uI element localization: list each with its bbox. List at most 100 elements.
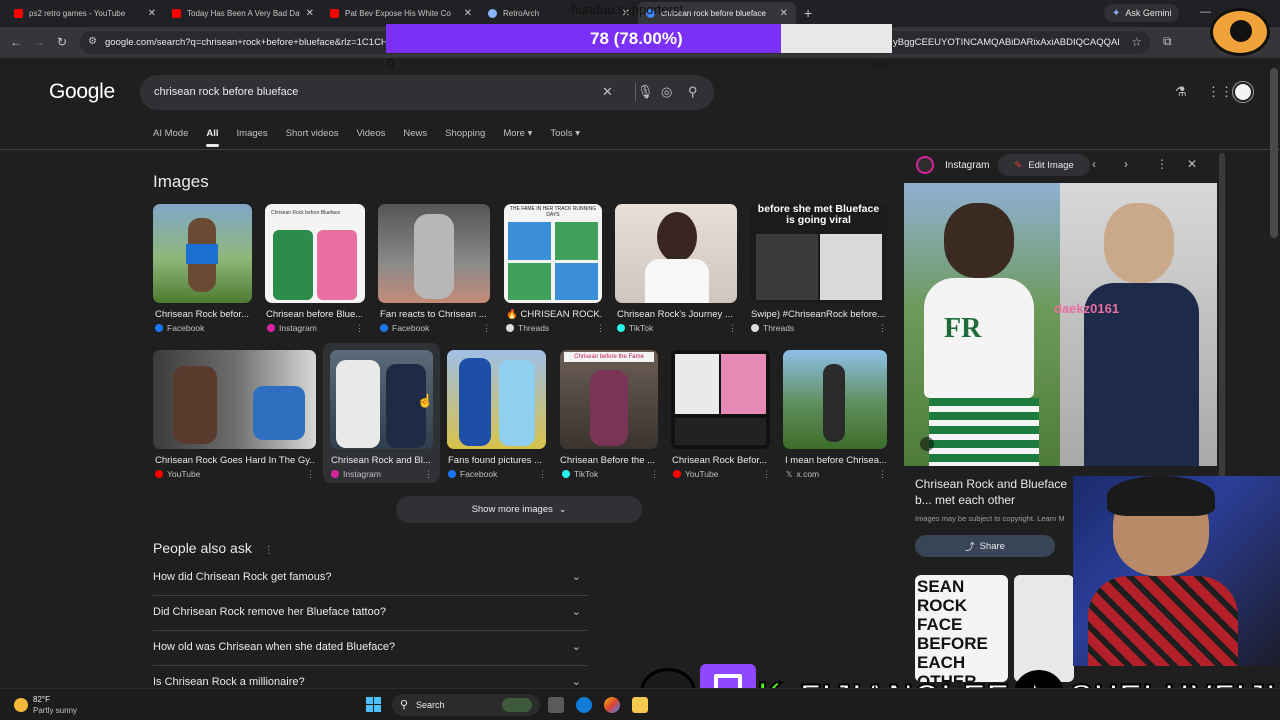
image-result-title[interactable]: Chrisean Rock and Bl... (331, 455, 433, 466)
image-result-thumb[interactable] (671, 350, 770, 449)
tab-youtube-ps2[interactable]: ps2 retro games - YouTube ✕ (6, 2, 164, 25)
image-result-title[interactable]: 🔥 CHRISEAN ROCK... (506, 309, 602, 320)
bookmark-star-icon[interactable]: ☆ (1131, 35, 1142, 49)
more-options-icon[interactable]: ⋮ (762, 469, 771, 480)
more-options-icon[interactable]: ⋮ (306, 469, 315, 480)
close-icon[interactable]: ✕ (148, 8, 156, 19)
more-options-icon[interactable]: ⋮ (650, 469, 659, 480)
preview-source[interactable]: Instagram (945, 160, 989, 171)
image-result-title[interactable]: Chrisean Rock Befor... (672, 455, 772, 466)
image-result-thumb[interactable] (378, 204, 490, 303)
preview-image[interactable]: FR daekz0161 (904, 183, 1217, 466)
more-options-icon[interactable]: ⋮ (355, 323, 364, 334)
image-result-title[interactable]: Chrisean before Blue... (266, 309, 362, 320)
image-result-title[interactable]: Swipe) #ChriseanRock before... (751, 309, 887, 320)
new-tab-button[interactable]: + (804, 5, 812, 21)
app-icon[interactable] (604, 697, 620, 713)
image-result-thumb[interactable]: Chrisean before the Fame (560, 350, 658, 449)
taskbar-search[interactable]: ⚲ Search (392, 694, 540, 716)
extensions-icon[interactable]: ⧉ (1163, 34, 1172, 49)
weather-condition[interactable]: Partly sunny (33, 706, 77, 715)
paa-question[interactable]: Did Chrisean Rock remove her Blueface ta… (153, 596, 588, 631)
close-icon[interactable]: ✕ (464, 8, 472, 19)
site-info-icon[interactable]: ⚙ (88, 36, 97, 47)
image-result-title[interactable]: Chrisean Rock Goes Hard In The Gy... (155, 455, 315, 466)
google-logo[interactable]: Google (49, 80, 115, 104)
source-name: Facebook (392, 323, 430, 333)
filter-all[interactable]: All (206, 128, 219, 148)
close-icon[interactable]: ✕ (780, 8, 788, 19)
reload-icon[interactable]: ↻ (57, 35, 67, 49)
edge-browser-icon[interactable] (576, 697, 592, 713)
image-result-thumb[interactable] (447, 350, 546, 449)
labs-flask-icon[interactable]: ⚗ (1175, 84, 1187, 100)
paa-question[interactable]: How did Chrisean Rock get famous? ⌄ (153, 561, 588, 596)
more-options-icon[interactable]: ⋮ (482, 323, 491, 334)
edit-image-button[interactable]: ✎ Edit Image (998, 154, 1090, 176)
image-result-title[interactable]: Fan reacts to Chrisean ... (380, 309, 490, 320)
share-button[interactable]: ⤴ Share (915, 535, 1055, 557)
image-result-thumb[interactable] (783, 350, 887, 449)
more-options-icon[interactable]: ⋮ (538, 469, 547, 480)
more-options-icon[interactable]: ⋮ (424, 469, 433, 480)
image-result-thumb[interactable]: THE FAME IN HER TRACK RUNNING DAYS (504, 204, 602, 303)
close-icon[interactable]: ✕ (1187, 157, 1197, 171)
apps-grid-icon[interactable]: ⋮⋮ (1207, 84, 1233, 100)
more-options-icon[interactable]: ⋮ (596, 323, 605, 334)
file-explorer-icon[interactable] (632, 697, 648, 713)
avatar[interactable] (1233, 82, 1253, 102)
collage-tile (675, 418, 766, 445)
search-box[interactable]: chrisean rock before blueface ✕ 🎙 ◎ ⚲ (140, 75, 714, 110)
more-options-icon[interactable]: ⋮ (878, 469, 887, 480)
tab-youtube-bad-day[interactable]: Today Has Been A Very Bad Day ✕ (164, 2, 322, 25)
show-more-images-button[interactable]: Show more images ⌄ (396, 496, 642, 523)
back-icon[interactable]: ← (10, 35, 22, 49)
image-result-title[interactable]: Chrisean Rock befor... (155, 309, 253, 320)
microphone-icon[interactable]: 🎙 (637, 84, 654, 100)
sun-cloud-icon[interactable] (14, 698, 28, 712)
chevron-down-icon: ⌄ (571, 571, 581, 583)
image-result-thumb[interactable]: Chrisean Rock before Blueface (265, 204, 365, 303)
filter-news[interactable]: News (403, 128, 427, 148)
search-query[interactable]: chrisean rock before blueface (154, 86, 298, 98)
image-result-thumb[interactable] (153, 204, 252, 303)
image-result-title[interactable]: I mean before Chrisea... (785, 455, 887, 466)
task-view-icon[interactable] (548, 697, 564, 713)
person-figure (253, 386, 305, 440)
ask-gemini-button[interactable]: ✦ Ask Gemini (1104, 4, 1180, 22)
filter-shopping[interactable]: Shopping (445, 128, 485, 148)
forward-icon[interactable]: → (33, 35, 45, 49)
filter-more[interactable]: More ▾ (503, 128, 532, 148)
previous-icon[interactable]: ‹ (1092, 157, 1096, 171)
page-scrollbar[interactable] (1270, 68, 1278, 238)
filter-videos[interactable]: Videos (357, 128, 386, 148)
more-options-icon[interactable]: ⋮ (264, 545, 274, 556)
filter-images[interactable]: Images (237, 128, 268, 148)
windows-start-icon[interactable] (366, 697, 382, 713)
lens-icon[interactable] (920, 437, 934, 451)
tab-youtube-pat-bev[interactable]: Pat Bev Expose His White Co ✕ (322, 2, 480, 25)
image-result-thumb[interactable]: before she met Blueface is going viral (750, 204, 887, 303)
more-options-icon[interactable]: ⋮ (728, 323, 737, 334)
next-icon[interactable]: › (1124, 157, 1128, 171)
image-result-title-text: CHRISEAN ROCK... (520, 309, 602, 320)
lens-camera-icon[interactable]: ◎ (661, 84, 672, 100)
weather-temperature[interactable]: 82°F (33, 695, 50, 704)
paa-question[interactable]: How old was Chrisean when she dated Blue… (153, 631, 588, 666)
clear-icon[interactable]: ✕ (602, 84, 613, 100)
more-options-icon[interactable]: ⋮ (1156, 157, 1168, 171)
search-icon[interactable]: ⚲ (688, 84, 698, 100)
edit-image-label: Edit Image (1028, 159, 1074, 171)
image-result-title[interactable]: Chrisean Before the ... (560, 455, 660, 466)
image-result-title[interactable]: Chrisean Rock's Journey ... (617, 309, 737, 320)
filter-tools[interactable]: Tools ▾ (550, 128, 580, 148)
search-divider (635, 83, 636, 101)
filter-ai-mode[interactable]: AI Mode (153, 128, 188, 148)
image-result-title[interactable]: Fans found pictures ... (448, 455, 548, 466)
image-result-thumb[interactable] (615, 204, 737, 303)
preview-title[interactable]: Chrisean Rock and Blueface b... met each… (915, 476, 1085, 508)
image-result-thumb[interactable] (153, 350, 316, 449)
close-icon[interactable]: ✕ (306, 8, 314, 19)
filter-short-videos[interactable]: Short videos (286, 128, 339, 148)
more-options-icon[interactable]: ⋮ (878, 323, 887, 334)
